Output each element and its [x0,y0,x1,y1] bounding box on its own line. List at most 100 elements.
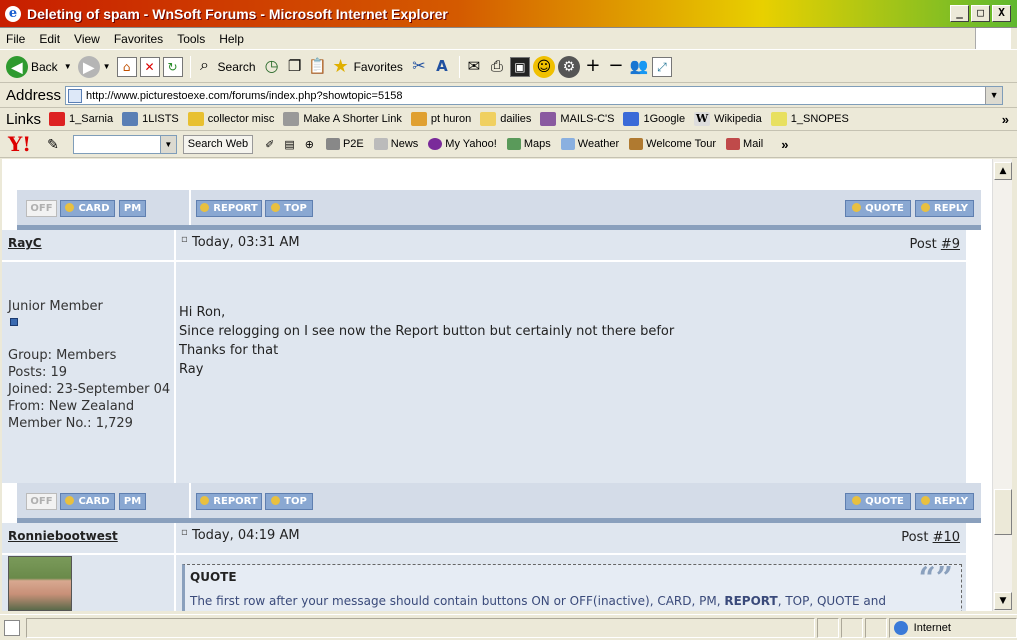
gear-icon[interactable]: ⚙ [557,55,580,78]
pm-button[interactable]: PM [119,200,146,217]
link-collector-misc[interactable]: collector misc [187,112,274,126]
menu-bar: File Edit View Favorites Tools Help [0,28,1017,50]
yahoo-search-input[interactable] [72,134,161,154]
menu-tools[interactable]: Tools [177,32,205,46]
post-number-link[interactable]: #9 [941,237,960,252]
off-button[interactable]: OFF [26,493,57,510]
link-1snopes[interactable]: 1_SNOPES [770,112,849,126]
link-pt-huron[interactable]: pt huron [410,112,471,126]
paste-icon[interactable]: 📋 [308,57,328,77]
media-icon[interactable]: ▣ [509,56,530,77]
refresh-icon[interactable]: ↻ [162,56,183,77]
cloud-icon [560,138,575,150]
member-number: Member No.: 1,729 [8,416,133,431]
messenger-icon[interactable]: ☺ [532,55,555,78]
status-panel [841,617,863,638]
menu-file[interactable]: File [6,32,25,46]
yahoo-mail[interactable]: Mail [726,138,763,150]
highlight-icon[interactable]: ✐ [265,138,274,151]
back-button[interactable]: ◀ Back ▼ [6,55,72,78]
top-button[interactable]: TOP [265,493,313,510]
search-web-button[interactable]: Search Web [182,134,254,154]
post-author-name[interactable]: RayC [8,236,42,250]
quote-button[interactable]: QUOTE [845,493,911,510]
yahoo-logo-icon[interactable]: Y! [8,132,31,156]
windows-flag-icon [975,28,1011,49]
quote-button[interactable]: QUOTE [845,200,911,217]
card-button[interactable]: CARD [60,200,115,217]
off-button[interactable]: OFF [26,200,57,217]
address-dropdown[interactable]: ▼ [985,87,1003,104]
menu-edit[interactable]: Edit [39,32,60,46]
page-content: OFF CARD PM REPORT TOP QUOTE REPLY RayC … [2,159,992,611]
copy-icon[interactable]: ❐ [285,57,305,77]
link-mails[interactable]: MAILS-C'S [540,112,614,126]
avatar [8,556,72,611]
member-posts: Posts: 19 [8,365,68,380]
rank-pip-icon [10,318,18,326]
menu-favorites[interactable]: Favorites [114,32,163,46]
history-icon[interactable]: ◷ [262,56,282,77]
yahoo-welcome-tour[interactable]: Welcome Tour [629,138,716,150]
page-icon [68,88,83,103]
post-author-name[interactable]: Ronniebootwest [8,529,118,543]
top-button[interactable]: TOP [265,200,313,217]
report-button[interactable]: REPORT [196,200,262,217]
card-button[interactable]: CARD [60,493,115,510]
link-dailies[interactable]: dailies [480,112,531,126]
yahoo-p2e[interactable]: P2E [325,138,364,150]
form-icon[interactable]: ▤ [284,138,294,151]
scroll-down-button[interactable]: ▼ [994,592,1012,610]
minus-icon[interactable]: − [606,56,626,77]
plus-icon[interactable]: + [583,56,603,77]
print-icon[interactable]: ⎙ [487,57,507,77]
home-icon[interactable]: ⌂ [116,56,137,77]
minimize-button[interactable]: _ [950,5,969,22]
vertical-scrollbar[interactable]: ▲ ▼ [992,159,1012,611]
yahoo-maps[interactable]: Maps [506,138,551,150]
link-make-shorter[interactable]: Make A Shorter Link [283,112,402,126]
page-icon [410,112,427,126]
star-icon: ★ [332,55,349,76]
post-number-link[interactable]: #10 [933,530,960,545]
yahoo-search-dropdown[interactable]: ▼ [160,134,177,154]
yahoo-my-yahoo[interactable]: My Yahoo! [428,138,497,150]
pencil-icon[interactable]: ✎ [47,136,59,153]
links-more-icon[interactable]: » [1002,112,1009,127]
link-1google[interactable]: 1Google [623,112,685,126]
font-size-icon[interactable]: A [432,57,452,77]
pm-button[interactable]: PM [119,493,146,510]
yahoo-more-icon[interactable]: » [781,137,788,152]
users-icon[interactable]: 👥 [629,57,649,77]
forward-button[interactable]: ▶ ▼ [77,55,111,78]
up-arrow-icon [271,203,281,212]
yahoo-news[interactable]: News [373,138,418,150]
post-body-cell: QUOTE “” The first row after your messag… [176,555,966,611]
search-button[interactable]: ⌕ Search [195,57,256,77]
links-header: Links [6,110,42,128]
page-status-icon [4,619,20,636]
link-wikipedia[interactable]: W Wikipedia [694,112,762,126]
report-button[interactable]: REPORT [196,493,262,510]
address-input[interactable]: http://www.picturestoexe.com/forums/inde… [65,86,1004,105]
signpost-icon [629,138,644,150]
menu-help[interactable]: Help [219,32,244,46]
mail-icon[interactable]: ✉ [464,57,484,77]
globe-icon[interactable]: ⊕ [305,138,314,151]
reply-button[interactable]: REPLY [915,200,974,217]
scroll-up-button[interactable]: ▲ [994,162,1012,180]
scissors-icon[interactable]: ✂ [409,56,429,77]
favorites-button[interactable]: ★ Favorites [331,55,402,77]
reply-button[interactable]: REPLY [915,493,974,510]
scroll-thumb[interactable] [994,489,1012,535]
resize-icon[interactable]: ⤢ [651,56,672,77]
yahoo-weather[interactable]: Weather [560,138,619,150]
links-bar: Links 1_Sarnia 1LISTS collector misc Mak… [0,108,1017,131]
maximize-button[interactable]: □ [971,5,990,22]
menu-view[interactable]: View [74,32,100,46]
close-button[interactable]: X [992,5,1011,22]
link-1-sarnia[interactable]: 1_Sarnia [49,112,113,126]
stop-icon[interactable]: ✕ [139,56,160,77]
standard-toolbar: ◀ Back ▼ ▶ ▼ ⌂ ✕ ↻ ⌕ Search ◷ ❐ 📋 ★ Favori… [0,51,1017,83]
link-1lists[interactable]: 1LISTS [122,112,179,126]
